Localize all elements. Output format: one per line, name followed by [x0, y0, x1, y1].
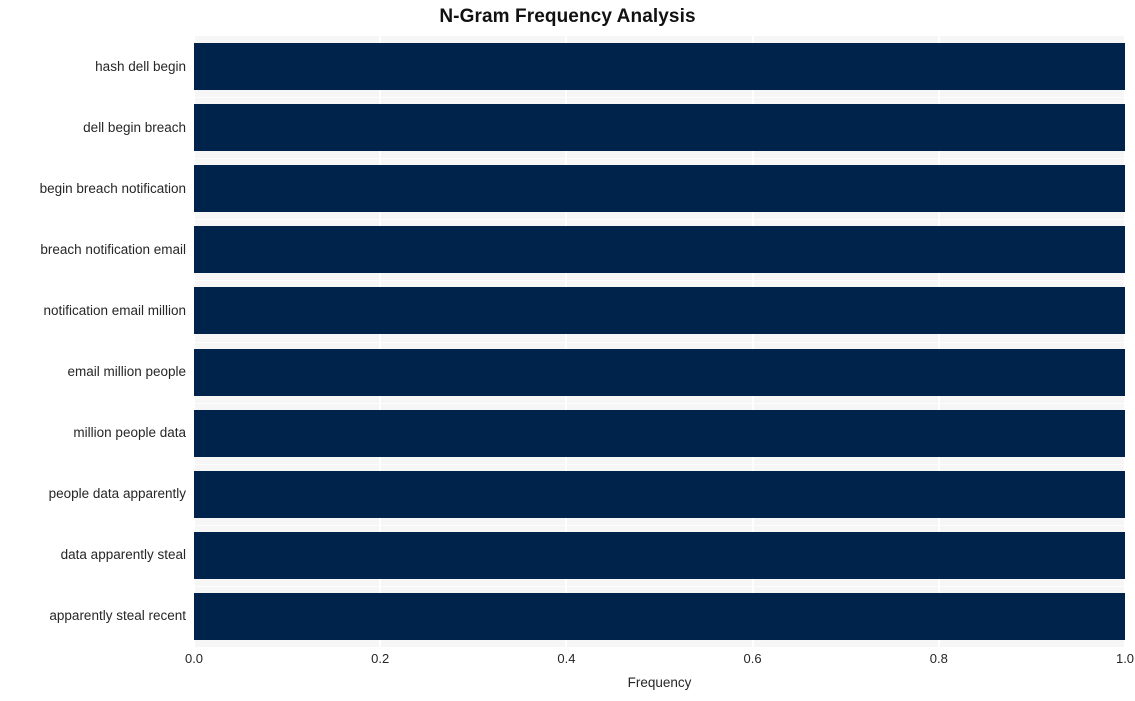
y-axis-tick-label: hash dell begin — [95, 59, 186, 74]
y-axis-tick-label: million people data — [73, 425, 186, 440]
bar — [194, 410, 1125, 457]
y-axis-tick-labels: hash dell begin dell begin breach begin br… — [0, 36, 194, 647]
bar — [194, 349, 1125, 396]
bar — [194, 532, 1125, 579]
y-axis-tick-label: dell begin breach — [83, 120, 186, 135]
x-axis-tick-label: 0.2 — [371, 651, 390, 666]
x-axis-tick-label: 0.0 — [184, 651, 204, 666]
horizontal-gridline — [194, 403, 1125, 404]
y-axis-tick-label: notification email million — [43, 303, 186, 318]
x-axis-tick-label: 0.8 — [929, 651, 948, 666]
y-axis-tick-label: data apparently steal — [60, 547, 186, 562]
y-axis-tick-label: people data apparently — [48, 486, 186, 501]
bar — [194, 165, 1125, 212]
x-axis-tick-label: 0.4 — [557, 651, 576, 666]
y-axis-tick-label: apparently steal recent — [49, 608, 186, 623]
horizontal-gridline — [194, 342, 1125, 343]
bar — [194, 593, 1125, 640]
y-axis-tick-label: email million people — [67, 364, 186, 379]
bar — [194, 104, 1125, 151]
y-axis-tick-label: breach notification email — [40, 242, 186, 257]
bar — [194, 287, 1125, 334]
plot-area — [194, 36, 1125, 647]
page-title: N-Gram Frequency Analysis — [439, 6, 696, 27]
x-axis-tick-labels: 0.0 0.2 0.4 0.6 0.8 1.0 — [185, 650, 1134, 672]
bar — [194, 43, 1125, 90]
y-axis-tick-label: begin breach notification — [39, 181, 186, 196]
horizontal-gridline — [194, 97, 1125, 98]
horizontal-gridline — [194, 219, 1125, 220]
horizontal-gridline — [194, 464, 1125, 465]
bar — [194, 226, 1125, 273]
horizontal-gridline — [194, 586, 1125, 587]
horizontal-gridline — [194, 158, 1125, 159]
bar — [194, 471, 1125, 518]
horizontal-gridline — [194, 525, 1125, 526]
x-axis-tick-label: 0.6 — [743, 651, 762, 666]
horizontal-gridline — [194, 280, 1125, 281]
ngram-frequency-chart: N-Gram Frequency Analysis hash dell begi… — [0, 0, 1135, 701]
x-axis-title: Frequency — [627, 675, 692, 690]
x-axis-tick-label: 1.0 — [1115, 651, 1135, 666]
